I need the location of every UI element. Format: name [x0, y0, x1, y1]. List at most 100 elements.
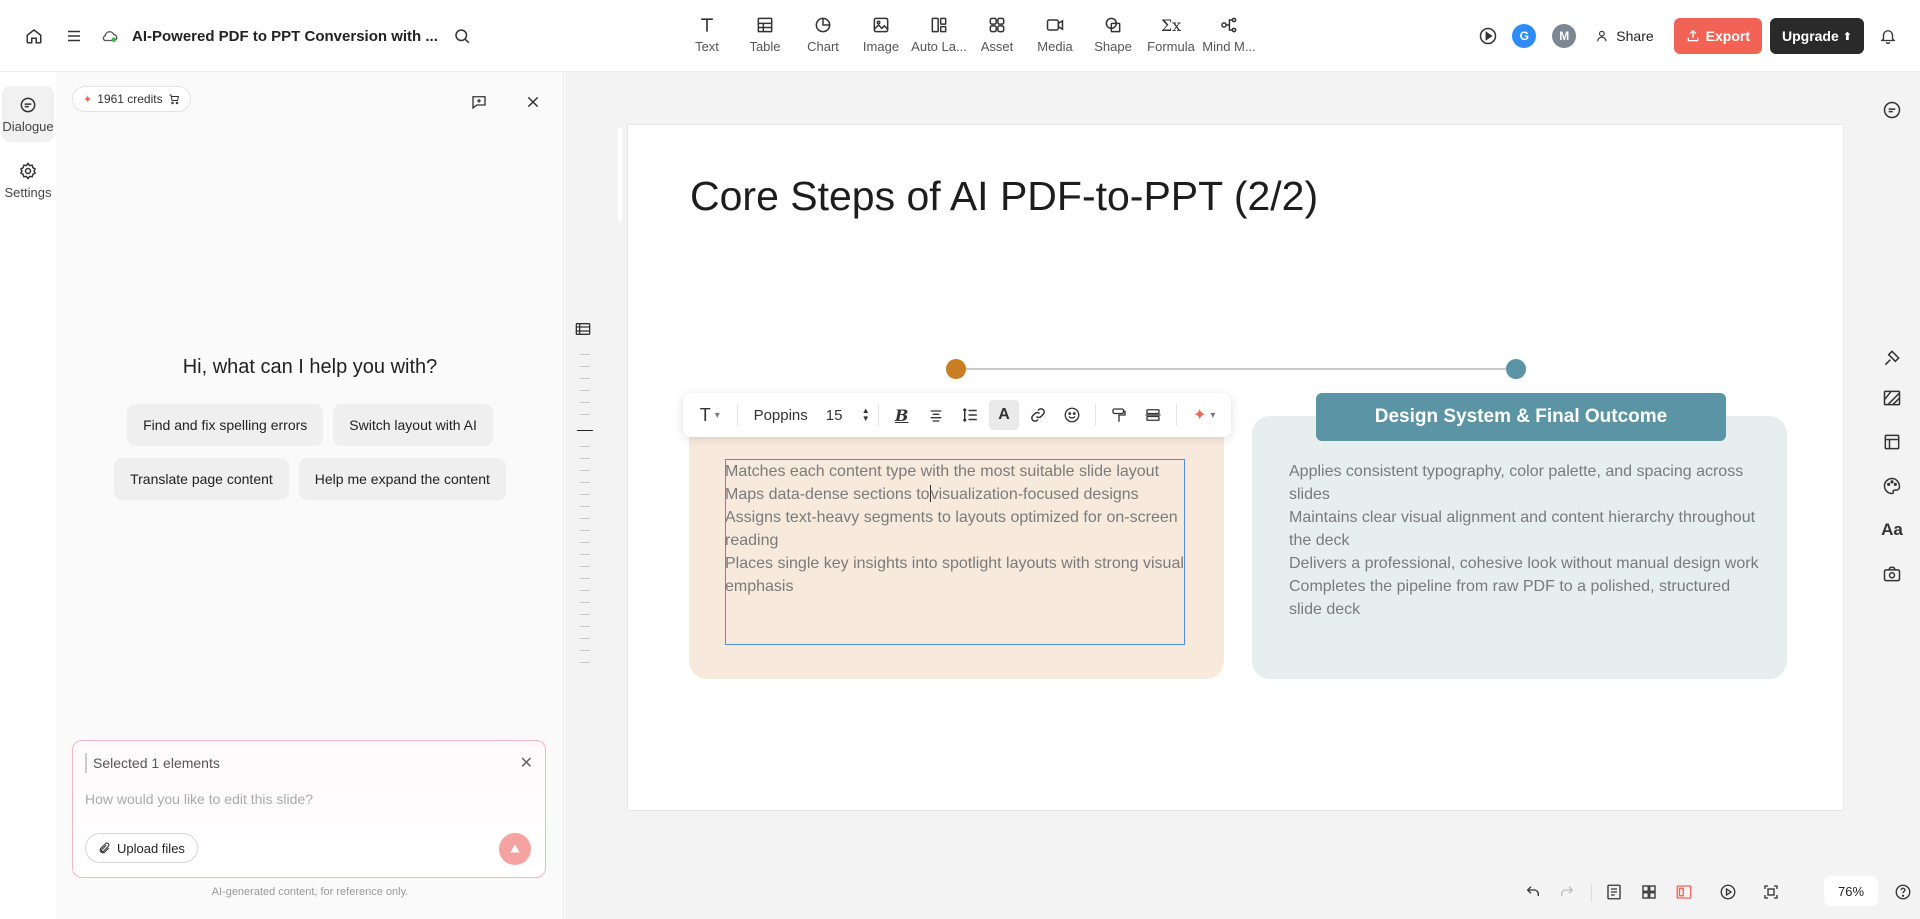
nav-tick[interactable]	[580, 458, 590, 459]
text-color-icon[interactable]: A	[988, 400, 1020, 430]
prompt-input[interactable]: How would you like to edit this slide?	[85, 791, 313, 807]
suggestion-chip[interactable]: Switch layout with AI	[333, 404, 493, 446]
upload-files-button[interactable]: Upload files	[85, 833, 198, 863]
avatar[interactable]: M	[1552, 24, 1577, 48]
tool-table[interactable]: Table	[736, 14, 794, 54]
nav-tick[interactable]	[580, 518, 590, 519]
nav-tick[interactable]	[580, 650, 590, 651]
line-spacing-icon[interactable]	[955, 400, 985, 430]
font-icon[interactable]: Aa	[1880, 518, 1904, 542]
nav-tick[interactable]	[580, 402, 590, 403]
card-right-text[interactable]: Applies consistent typography, color pal…	[1289, 460, 1759, 621]
animation-icon[interactable]	[1880, 346, 1904, 370]
background-icon[interactable]	[1880, 386, 1904, 410]
redo-icon[interactable]	[1553, 878, 1581, 906]
cart-icon	[169, 94, 179, 105]
menu-icon[interactable]	[58, 20, 90, 52]
nav-tick[interactable]	[580, 354, 590, 355]
nav-tick[interactable]	[580, 578, 590, 579]
nav-tick[interactable]	[580, 554, 590, 555]
align-center-icon[interactable]	[921, 400, 951, 430]
ai-image-icon[interactable]	[1880, 562, 1904, 586]
avatar[interactable]: G	[1512, 24, 1537, 48]
close-icon[interactable]	[517, 86, 549, 118]
nav-tick[interactable]	[580, 446, 590, 447]
nav-tick[interactable]	[580, 638, 590, 639]
nav-tick[interactable]	[580, 506, 590, 507]
tool-auto-layout[interactable]: Auto La...	[910, 14, 968, 54]
send-button[interactable]	[499, 833, 531, 865]
clear-selection-icon[interactable]: ✕	[520, 753, 533, 773]
suggestion-chip[interactable]: Translate page content	[114, 458, 289, 500]
distribute-icon[interactable]	[1138, 400, 1168, 430]
fit-screen-icon[interactable]	[1757, 878, 1785, 906]
nav-tick-current[interactable]	[577, 430, 593, 431]
nav-tick[interactable]	[580, 530, 590, 531]
ai-sparkle-icon[interactable]: ✦ ▾	[1185, 400, 1223, 430]
rail-settings[interactable]: Settings	[2, 152, 54, 208]
asset-icon	[987, 14, 1007, 36]
share-button[interactable]: Share	[1584, 18, 1665, 54]
document-title[interactable]: AI-Powered PDF to PPT Conversion with ..…	[132, 28, 438, 45]
tool-mind-map[interactable]: Mind M...	[1200, 14, 1258, 54]
nav-tick[interactable]	[580, 470, 590, 471]
undo-icon[interactable]	[1519, 878, 1547, 906]
tool-asset[interactable]: Asset	[968, 14, 1026, 54]
tool-image[interactable]: Image	[852, 14, 910, 54]
slide-title[interactable]: Core Steps of AI PDF-to-PPT (2/2)	[690, 173, 1318, 220]
emoji-icon[interactable]	[1057, 400, 1087, 430]
bullet: Maintains clear visual alignment and con…	[1289, 509, 1756, 549]
new-chat-icon[interactable]	[463, 86, 495, 118]
credits-badge[interactable]: ✦ 1961 credits	[72, 86, 191, 112]
nav-tick[interactable]	[580, 366, 590, 367]
tool-formula[interactable]: Σx Formula	[1142, 14, 1200, 55]
link-icon[interactable]	[1023, 400, 1053, 430]
suggestion-chip[interactable]: Find and fix spelling errors	[127, 404, 324, 446]
bell-icon[interactable]	[1872, 20, 1904, 52]
notes-icon[interactable]	[1600, 878, 1628, 906]
rail-dialogue[interactable]: Dialogue	[2, 86, 54, 142]
nav-tick[interactable]	[580, 566, 590, 567]
slide-navigator[interactable]	[573, 322, 599, 682]
font-family-select[interactable]: Poppins	[746, 407, 816, 424]
play-icon[interactable]	[1472, 20, 1504, 52]
tool-chart[interactable]: Chart	[794, 14, 852, 54]
nav-tick[interactable]	[580, 626, 590, 627]
nav-tick[interactable]	[580, 482, 590, 483]
divider	[736, 404, 738, 426]
layout-icon[interactable]	[1880, 430, 1904, 454]
suggestion-chip[interactable]: Help me expand the content	[298, 458, 506, 500]
nav-tick[interactable]	[580, 614, 590, 615]
nav-tick[interactable]	[580, 542, 590, 543]
nav-tick[interactable]	[580, 378, 590, 379]
nav-tick[interactable]	[580, 390, 590, 391]
export-button[interactable]: Export	[1673, 18, 1762, 54]
text-style-dropdown[interactable]: T ▾	[691, 400, 729, 430]
tool-text[interactable]: Text	[678, 14, 736, 54]
nav-tick[interactable]	[580, 590, 590, 591]
tool-shape[interactable]: Shape	[1084, 14, 1142, 54]
nav-tick[interactable]	[580, 662, 590, 663]
help-icon[interactable]	[1889, 878, 1917, 906]
tool-label: Auto La...	[911, 39, 967, 54]
font-size-input[interactable]: 15	[820, 407, 858, 424]
stepper-down-icon[interactable]: ▼	[862, 415, 870, 423]
upgrade-button[interactable]: Upgrade ⬆	[1769, 18, 1864, 54]
font-size-stepper[interactable]: ▲ ▼	[862, 407, 870, 423]
slide-view-icon[interactable]	[1670, 878, 1698, 906]
comment-icon[interactable]	[1880, 98, 1904, 122]
grid-view-icon[interactable]	[1635, 878, 1663, 906]
home-icon[interactable]	[18, 20, 50, 52]
tool-media[interactable]: Media	[1026, 14, 1084, 54]
format-painter-icon[interactable]	[1104, 400, 1134, 430]
nav-tick[interactable]	[580, 602, 590, 603]
nav-tick[interactable]	[580, 414, 590, 415]
present-icon[interactable]	[1714, 878, 1742, 906]
theme-palette-icon[interactable]	[1880, 474, 1904, 498]
search-icon[interactable]	[446, 20, 478, 52]
card-right-heading[interactable]: Design System & Final Outcome	[1316, 393, 1726, 441]
bold-icon[interactable]: B	[887, 400, 917, 430]
zoom-level[interactable]: 76%	[1824, 876, 1878, 906]
filmstrip-icon[interactable]	[575, 322, 591, 341]
nav-tick[interactable]	[580, 494, 590, 495]
